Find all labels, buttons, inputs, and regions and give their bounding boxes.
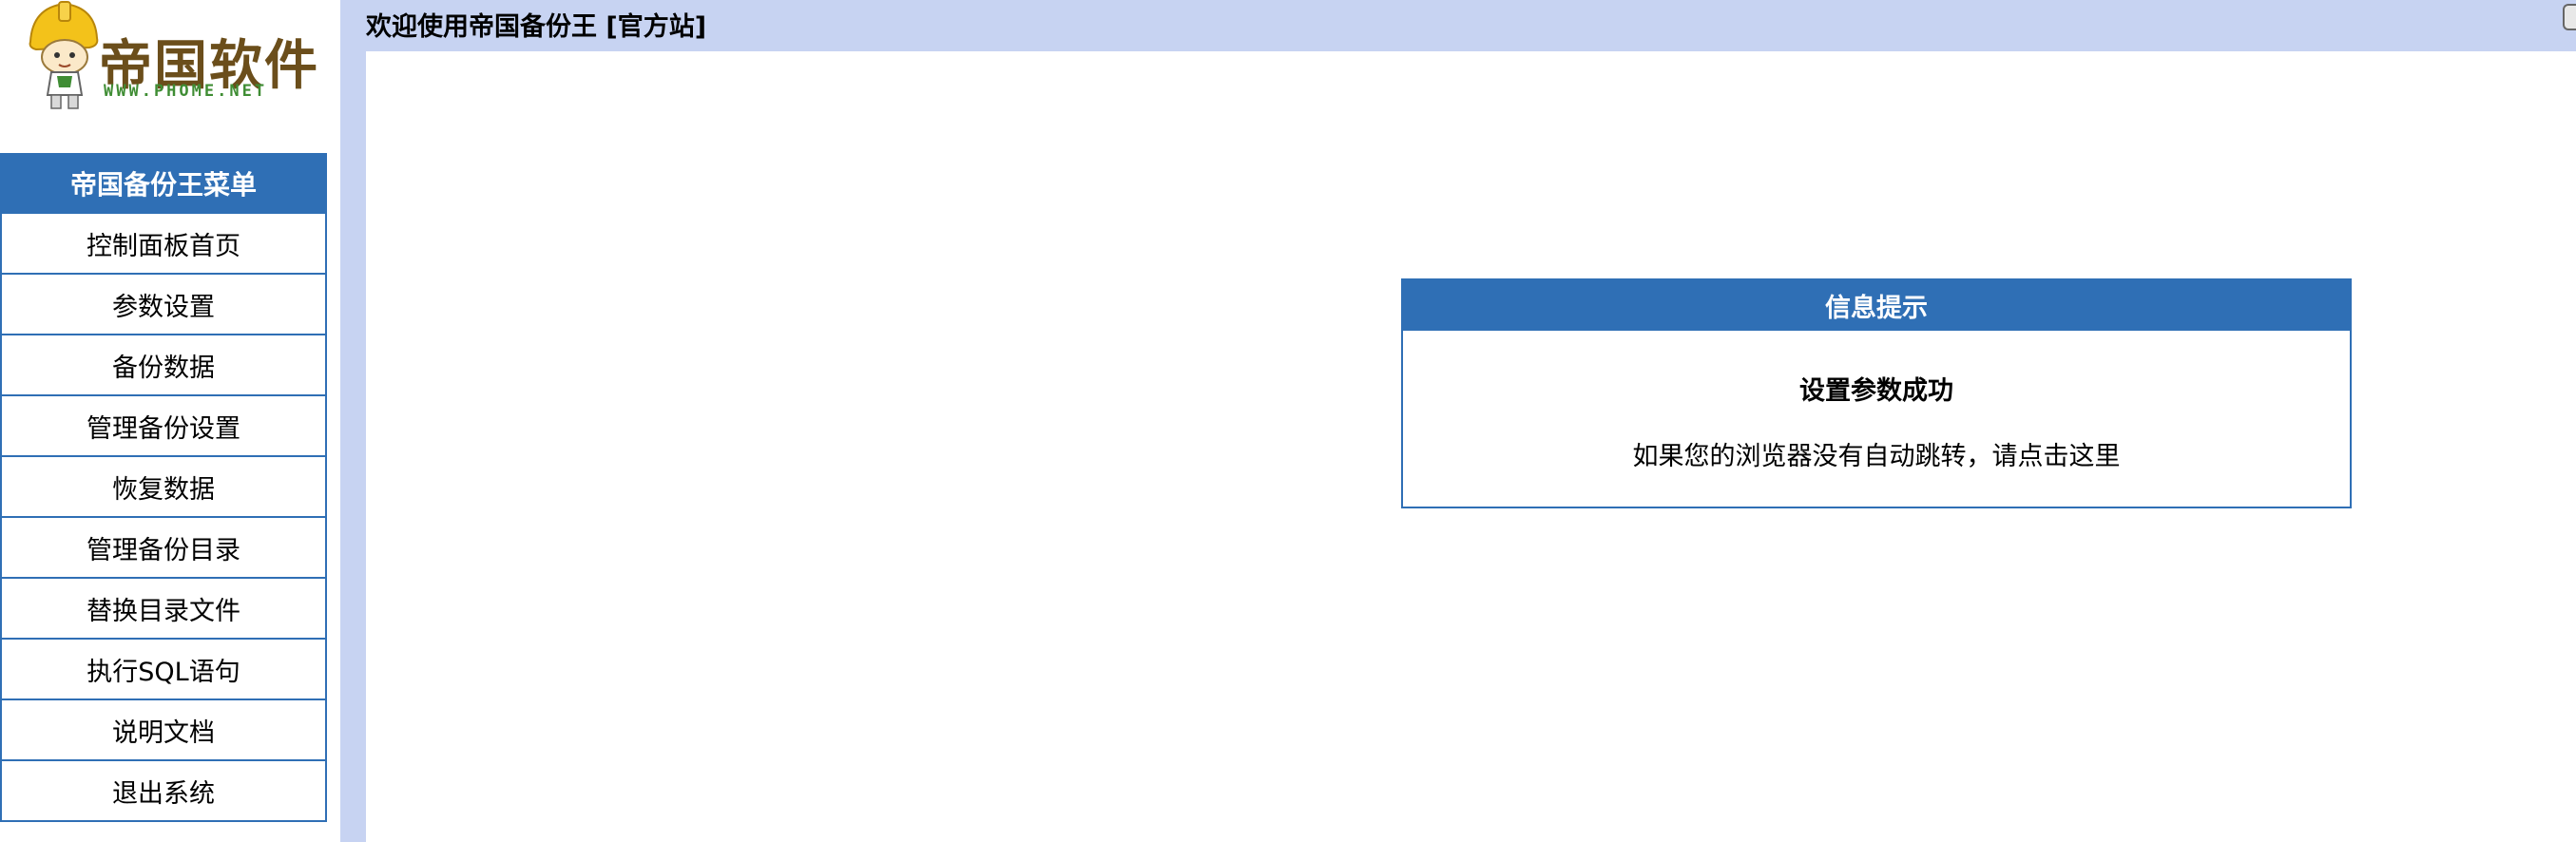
menu-item-manage-backup-directory[interactable]: 管理备份目录 xyxy=(0,518,327,579)
scroll-handle[interactable] xyxy=(2563,4,2576,30)
menu-item-parameter-settings[interactable]: 参数设置 xyxy=(0,275,327,335)
menu-item-execute-sql[interactable]: 执行SQL语句 xyxy=(0,640,327,700)
menu-item-replace-directory-files[interactable]: 替换目录文件 xyxy=(0,579,327,640)
logo-url-text: WWW.PHOME.NET xyxy=(104,82,268,101)
info-message-title: 设置参数成功 xyxy=(1799,376,1953,406)
menu-item-restore-data[interactable]: 恢复数据 xyxy=(0,457,327,518)
menu-item-manage-backup-settings[interactable]: 管理备份设置 xyxy=(0,396,327,457)
info-message-header: 信息提示 xyxy=(1403,280,2350,331)
info-message-box: 信息提示 设置参数成功 如果您的浏览器没有自动跳转，请点击这里 xyxy=(1401,278,2352,508)
menu-item-documentation[interactable]: 说明文档 xyxy=(0,700,327,761)
menu-item-backup-data[interactable]: 备份数据 xyxy=(0,335,327,396)
menu-header: 帝国备份王菜单 xyxy=(0,153,327,214)
redirect-link[interactable]: 如果您的浏览器没有自动跳转，请点击这里 xyxy=(1403,435,2350,472)
menu-item-logout[interactable]: 退出系统 xyxy=(0,761,327,822)
welcome-title[interactable]: 欢迎使用帝国备份王 [官方站] xyxy=(366,6,706,43)
mascot-icon xyxy=(29,1,99,109)
sidebar: 帝国软件 WWW.PHOME.NET 帝国备份王菜单 控制面板首页 参数设置 备… xyxy=(0,0,340,842)
top-bar: 欢迎使用帝国备份王 [官方站] xyxy=(366,0,2576,51)
logo: 帝国软件 WWW.PHOME.NET xyxy=(23,0,317,114)
frame-divider[interactable] xyxy=(340,0,366,842)
main-menu: 帝国备份王菜单 控制面板首页 参数设置 备份数据 管理备份设置 恢复数据 管理备… xyxy=(0,153,327,822)
menu-item-control-panel-home[interactable]: 控制面板首页 xyxy=(0,214,327,275)
